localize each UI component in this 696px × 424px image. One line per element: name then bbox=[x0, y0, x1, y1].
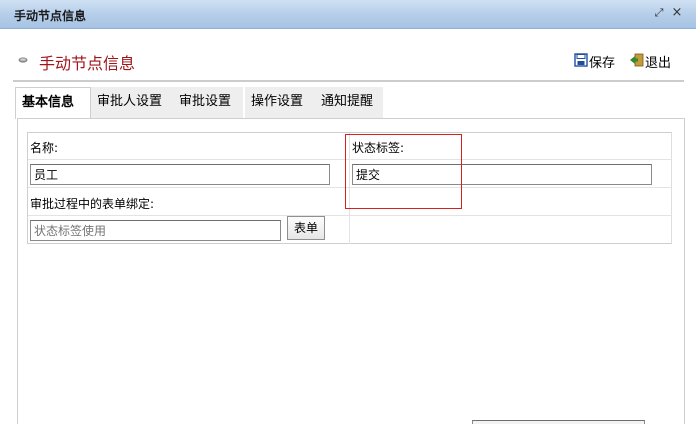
tab-notifications[interactable]: 通知提醒 bbox=[315, 87, 383, 118]
form-select-button[interactable]: 表单 bbox=[287, 216, 325, 240]
name-label: 名称: bbox=[30, 141, 59, 155]
bottom-input-edge bbox=[472, 420, 645, 424]
window-title: 手动节点信息 bbox=[14, 9, 87, 23]
form-binding-input[interactable] bbox=[30, 220, 281, 241]
tab-operation-settings[interactable]: 操作设置 bbox=[245, 87, 315, 118]
exit-label: 退出 bbox=[645, 56, 672, 71]
window-titlebar: 手动节点信息 ⤢ × bbox=[0, 0, 696, 29]
tab-basic-info[interactable]: 基本信息 bbox=[15, 87, 91, 119]
row-divider bbox=[28, 215, 672, 216]
highlight-box bbox=[345, 134, 462, 209]
tab-approval-settings[interactable]: 审批设置 bbox=[173, 87, 243, 118]
form-binding-label: 审批过程中的表单绑定: bbox=[30, 197, 155, 211]
page-title: 手动节点信息 bbox=[39, 54, 136, 73]
maximize-icon[interactable]: ⤢ bbox=[652, 6, 666, 20]
pencil-icon bbox=[18, 57, 28, 63]
save-button[interactable]: 保存 bbox=[574, 52, 618, 71]
name-field[interactable] bbox=[30, 164, 330, 185]
close-icon[interactable]: × bbox=[670, 6, 684, 20]
exit-button[interactable]: 退出 bbox=[630, 52, 676, 71]
exit-icon bbox=[630, 53, 644, 67]
tab-bar: 基本信息 审批人设置 审批设置 操作设置 通知提醒 bbox=[15, 87, 685, 119]
save-label: 保存 bbox=[589, 56, 616, 71]
save-icon bbox=[574, 53, 588, 67]
header-divider bbox=[13, 80, 684, 82]
page-header: 手动节点信息 保存 退出 bbox=[0, 44, 696, 78]
tab-approver-settings[interactable]: 审批人设置 bbox=[91, 87, 173, 118]
